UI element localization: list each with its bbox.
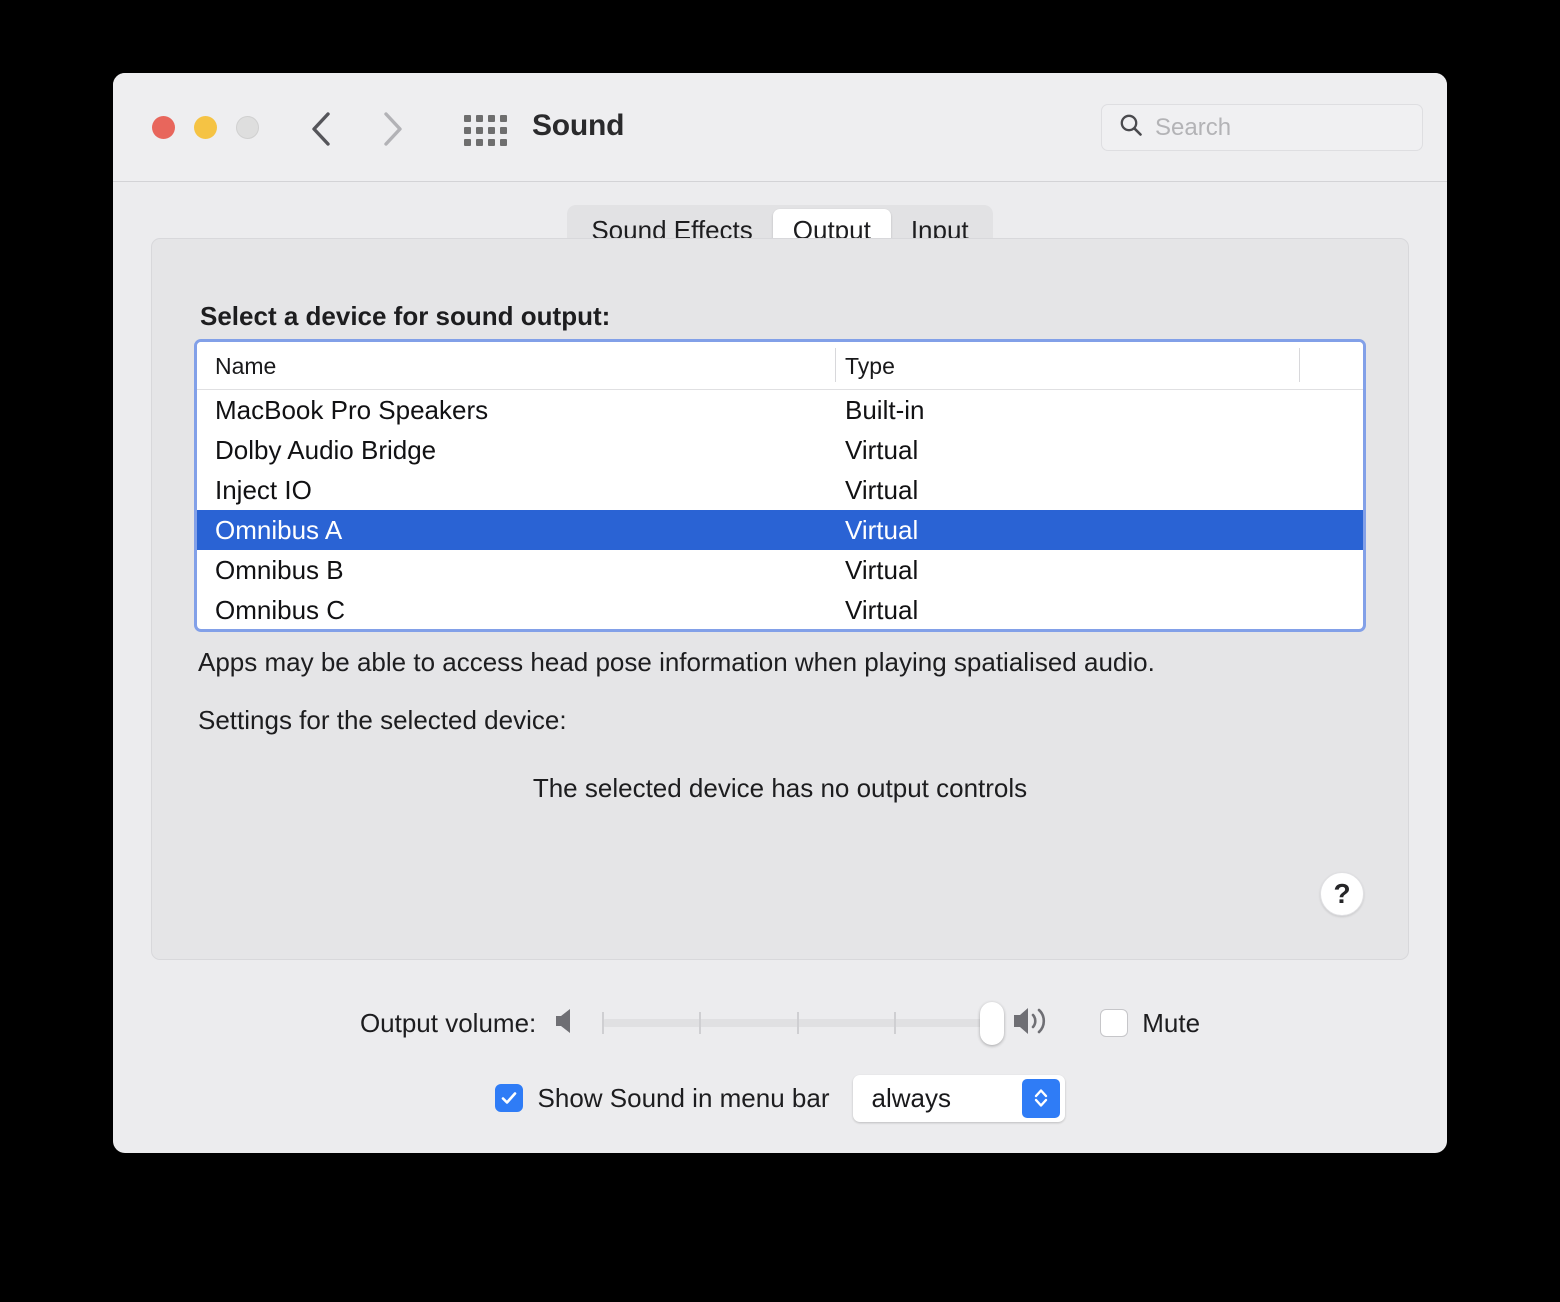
device-name: Omnibus B [215,554,344,585]
table-row[interactable]: Inject IO Virtual [197,470,1363,510]
back-chevron-icon[interactable] [309,110,333,148]
navigation-buttons [309,110,405,148]
show-sound-in-menubar-checkbox[interactable] [494,1084,523,1112]
show-all-grid-icon[interactable] [464,115,507,146]
table-header-row: Name Type [197,342,1363,390]
settings-for-device-label: Settings for the selected device: [198,705,567,735]
output-volume-label: Output volume: [359,1007,537,1038]
menubar-visibility-value: always [871,1082,951,1113]
table-row[interactable]: MacBook Pro Speakers Built-in [197,390,1363,430]
column-divider[interactable] [835,348,836,382]
column-header-name[interactable]: Name [215,353,276,380]
spatial-audio-note: Apps may be able to access head pose inf… [198,647,1155,677]
no-output-controls-message: The selected device has no output contro… [532,773,1028,803]
show-sound-in-menubar-row: Show Sound in menu bar always [113,1073,1447,1123]
slider-tick [797,1012,800,1034]
show-sound-in-menubar-label: Show Sound in menu bar [537,1082,830,1113]
table-body: MacBook Pro Speakers Built-in Dolby Audi… [197,390,1363,629]
output-device-table[interactable]: Name Type MacBook Pro Speakers Built-in … [194,339,1366,632]
output-volume-row: Output volume: Mute [113,998,1447,1048]
device-name: Inject IO [215,474,312,505]
menubar-visibility-popup[interactable]: always [853,1074,1066,1122]
page-title: Select a device for sound output: [200,301,611,331]
device-name: Omnibus C [215,594,346,625]
zoom-window-button[interactable] [236,116,259,139]
slider-tick [602,1012,605,1034]
slider-tick [894,1012,897,1034]
column-divider[interactable] [1299,348,1300,382]
window-titlebar: Sound [113,73,1447,182]
device-name: Omnibus A [215,514,343,545]
checkmark-icon [501,1092,516,1104]
minimize-window-button[interactable] [194,116,217,139]
column-header-type[interactable]: Type [845,353,895,380]
chevron-up-down-icon[interactable] [1022,1078,1061,1118]
device-type: Virtual [845,594,919,625]
slider-thumb[interactable] [980,1002,1005,1045]
search-field[interactable] [1101,104,1423,151]
close-window-button[interactable] [152,116,175,139]
device-type: Virtual [845,434,919,465]
mute-checkbox[interactable] [1100,1009,1129,1037]
output-settings-panel: Select a device for sound output: Name T… [151,238,1409,960]
speaker-low-icon [554,1005,584,1042]
device-type: Virtual [845,554,919,585]
mute-label: Mute [1142,1007,1201,1038]
traffic-light-group [152,116,259,139]
device-name: Dolby Audio Bridge [215,434,437,465]
sound-preferences-window: Sound Sound Effects Output Input Select … [113,73,1447,1153]
table-row[interactable]: Omnibus C Virtual [197,590,1363,629]
search-input[interactable] [1155,113,1385,142]
window-title: Sound [532,109,625,142]
search-icon [1118,112,1144,143]
device-type: Built-in [845,394,925,425]
mute-control[interactable]: Mute [1100,1008,1200,1039]
table-row[interactable]: Omnibus B Virtual [197,550,1363,590]
device-type: Virtual [845,474,919,505]
output-volume-slider[interactable] [602,1002,1005,1045]
device-name: MacBook Pro Speakers [215,394,489,425]
slider-tick [699,1012,702,1034]
forward-chevron-icon[interactable] [381,110,405,148]
speaker-high-icon [1012,1003,1060,1044]
help-button[interactable]: ? [1320,872,1364,916]
table-row[interactable]: Dolby Audio Bridge Virtual [197,430,1363,470]
device-type: Virtual [845,514,919,545]
table-row-selected[interactable]: Omnibus A Virtual [197,510,1363,550]
